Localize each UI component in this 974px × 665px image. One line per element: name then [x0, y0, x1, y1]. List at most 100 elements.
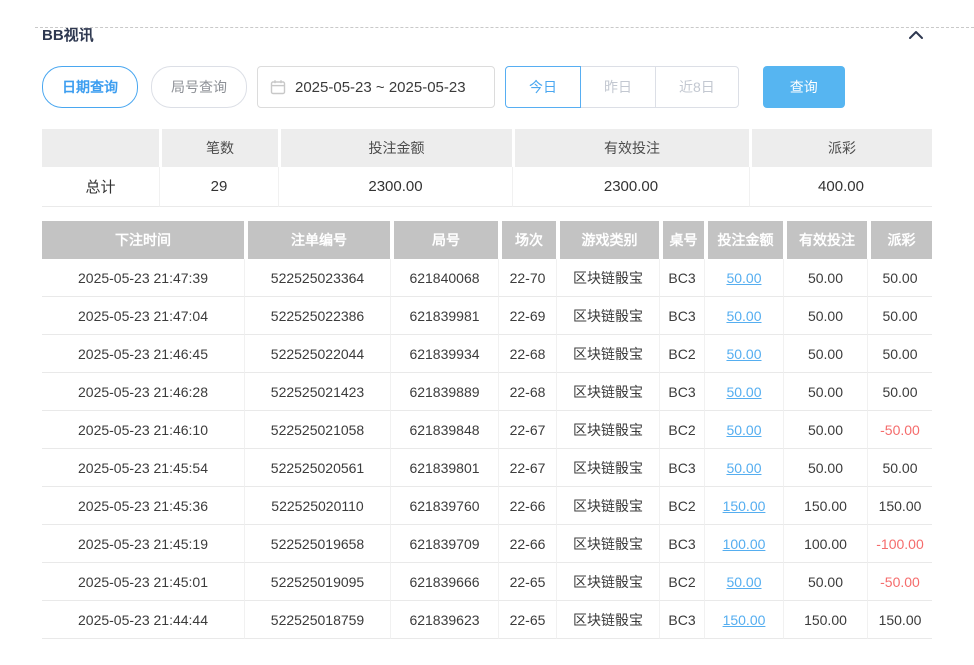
cell-bet-time: 2025-05-23 21:47:39 [42, 259, 244, 297]
cell-bet-amount: 50.00 [704, 563, 783, 601]
bet-amount-link[interactable]: 50.00 [726, 346, 761, 362]
cell-session: 22-66 [498, 487, 556, 525]
quick-today-button[interactable]: 今日 [505, 66, 581, 108]
cell-valid-bet: 150.00 [783, 601, 867, 639]
cell-bet-time: 2025-05-23 21:47:04 [42, 297, 244, 335]
records-header-payout: 派彩 [867, 221, 932, 259]
cell-order-no: 522525020110 [244, 487, 390, 525]
bet-amount-link[interactable]: 50.00 [726, 384, 761, 400]
cell-session: 22-65 [498, 601, 556, 639]
cell-valid-bet: 50.00 [783, 449, 867, 487]
cell-session: 22-68 [498, 335, 556, 373]
records-header-bet-time: 下注时间 [42, 221, 244, 259]
bet-amount-link[interactable]: 100.00 [723, 536, 766, 552]
cell-bet-time: 2025-05-23 21:46:28 [42, 373, 244, 411]
cell-payout: 50.00 [867, 259, 932, 297]
cell-valid-bet: 50.00 [783, 335, 867, 373]
cell-session: 22-67 [498, 411, 556, 449]
cell-round-no: 621839666 [390, 563, 498, 601]
bet-amount-link[interactable]: 50.00 [726, 460, 761, 476]
summary-header-bet-amount: 投注金额 [278, 129, 512, 167]
cell-bet-amount: 100.00 [704, 525, 783, 563]
cell-bet-amount: 50.00 [704, 411, 783, 449]
records-header-valid-bet: 有效投注 [783, 221, 867, 259]
cell-table-no: BC2 [659, 335, 704, 373]
cell-game-type: 区块链骰宝 [556, 411, 659, 449]
record-row: 2025-05-23 21:47:39522525023364621840068… [42, 259, 932, 297]
bet-amount-link[interactable]: 150.00 [723, 498, 766, 514]
records-header-bet-amount: 投注金额 [704, 221, 783, 259]
cell-order-no: 522525020561 [244, 449, 390, 487]
cell-round-no: 621839934 [390, 335, 498, 373]
summary-header-empty [42, 129, 159, 167]
cell-table-no: BC3 [659, 259, 704, 297]
cell-bet-amount: 50.00 [704, 297, 783, 335]
cell-round-no: 621840068 [390, 259, 498, 297]
cell-valid-bet: 50.00 [783, 259, 867, 297]
bet-amount-link[interactable]: 50.00 [726, 422, 761, 438]
bet-amount-link[interactable]: 50.00 [726, 574, 761, 590]
record-row: 2025-05-23 21:45:19522525019658621839709… [42, 525, 932, 563]
quick-last8days-button[interactable]: 近8日 [655, 66, 739, 108]
cell-order-no: 522525019095 [244, 563, 390, 601]
cell-payout: -50.00 [867, 411, 932, 449]
cell-round-no: 621839801 [390, 449, 498, 487]
summary-total-label: 总计 [42, 167, 159, 207]
cell-payout: -50.00 [867, 563, 932, 601]
records-header-session: 场次 [498, 221, 556, 259]
summary-total-valid-bet: 2300.00 [512, 167, 749, 207]
cell-bet-time: 2025-05-23 21:45:19 [42, 525, 244, 563]
cell-game-type: 区块链骰宝 [556, 487, 659, 525]
cell-bet-time: 2025-05-23 21:46:10 [42, 411, 244, 449]
summary-header-count: 笔数 [159, 129, 278, 167]
cell-bet-amount: 50.00 [704, 335, 783, 373]
cell-game-type: 区块链骰宝 [556, 449, 659, 487]
bet-amount-link[interactable]: 50.00 [726, 308, 761, 324]
records-table-body: 2025-05-23 21:47:39522525023364621840068… [42, 259, 932, 639]
cell-table-no: BC3 [659, 373, 704, 411]
record-row: 2025-05-23 21:47:04522525022386621839981… [42, 297, 932, 335]
record-row: 2025-05-23 21:46:10522525021058621839848… [42, 411, 932, 449]
records-table: 下注时间 注单编号 局号 场次 游戏类别 桌号 投注金额 有效投注 派彩 202… [42, 221, 932, 639]
chevron-up-icon [908, 30, 924, 40]
date-range-value: 2025-05-23 ~ 2025-05-23 [295, 79, 466, 96]
cell-order-no: 522525019658 [244, 525, 390, 563]
cell-table-no: BC2 [659, 563, 704, 601]
record-row: 2025-05-23 21:46:45522525022044621839934… [42, 335, 932, 373]
quick-yesterday-button[interactable]: 昨日 [580, 66, 656, 108]
cell-table-no: BC3 [659, 297, 704, 335]
cell-session: 22-70 [498, 259, 556, 297]
bet-amount-link[interactable]: 150.00 [723, 612, 766, 628]
date-range-input[interactable]: 2025-05-23 ~ 2025-05-23 [257, 66, 495, 108]
round-query-tab[interactable]: 局号查询 [151, 66, 247, 108]
search-button[interactable]: 查询 [763, 66, 845, 108]
summary-total-bet-amount: 2300.00 [278, 167, 512, 207]
cell-bet-amount: 150.00 [704, 487, 783, 525]
cell-bet-amount: 50.00 [704, 259, 783, 297]
cell-payout: 50.00 [867, 373, 932, 411]
cell-valid-bet: 50.00 [783, 563, 867, 601]
records-header-row: 下注时间 注单编号 局号 场次 游戏类别 桌号 投注金额 有效投注 派彩 [42, 221, 932, 259]
cell-payout: 50.00 [867, 449, 932, 487]
cell-bet-time: 2025-05-23 21:45:36 [42, 487, 244, 525]
cell-valid-bet: 100.00 [783, 525, 867, 563]
cell-order-no: 522525022386 [244, 297, 390, 335]
cell-round-no: 621839981 [390, 297, 498, 335]
record-row: 2025-05-23 21:46:28522525021423621839889… [42, 373, 932, 411]
date-query-tab[interactable]: 日期查询 [42, 66, 138, 108]
cell-bet-amount: 50.00 [704, 373, 783, 411]
calendar-icon [270, 79, 286, 95]
cell-table-no: BC2 [659, 487, 704, 525]
cell-table-no: BC3 [659, 601, 704, 639]
records-header-round-no: 局号 [390, 221, 498, 259]
collapse-button[interactable] [906, 28, 926, 42]
record-row: 2025-05-23 21:45:01522525019095621839666… [42, 563, 932, 601]
cell-bet-time: 2025-05-23 21:46:45 [42, 335, 244, 373]
cell-round-no: 621839848 [390, 411, 498, 449]
summary-total-count: 29 [159, 167, 278, 207]
bet-amount-link[interactable]: 50.00 [726, 270, 761, 286]
cell-table-no: BC3 [659, 449, 704, 487]
cell-bet-time: 2025-05-23 21:45:54 [42, 449, 244, 487]
summary-total-row: 总计 29 2300.00 2300.00 400.00 [42, 167, 932, 207]
cell-session: 22-66 [498, 525, 556, 563]
